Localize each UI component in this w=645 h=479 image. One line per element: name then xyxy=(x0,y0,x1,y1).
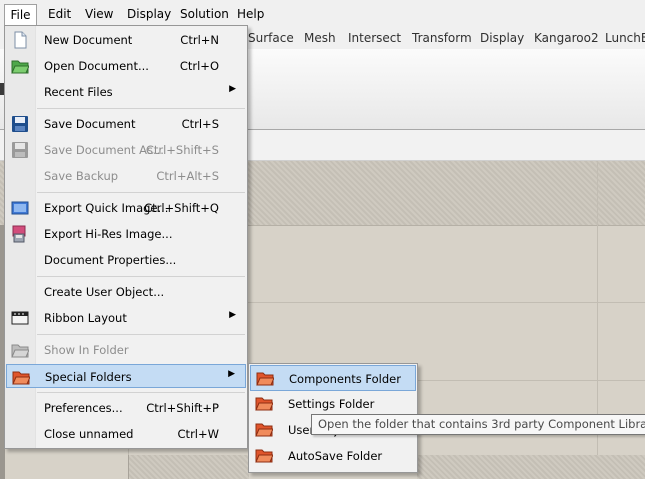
menu-item-label: Components Folder xyxy=(289,372,401,386)
menu-file[interactable]: File xyxy=(4,4,37,26)
submenu-arrow-icon: ▶ xyxy=(229,84,236,94)
open-folder-icon xyxy=(11,60,29,74)
hires-image-icon xyxy=(12,225,26,243)
menu-item-recent-files[interactable]: Recent Files ▶ xyxy=(6,80,246,104)
tab-transform[interactable]: Transform xyxy=(412,31,472,45)
menu-item-label: Settings Folder xyxy=(288,397,375,411)
menu-item-autosave-folder[interactable]: AutoSave Folder xyxy=(250,443,416,469)
menu-item-label: AutoSave Folder xyxy=(288,449,383,463)
image-icon xyxy=(11,201,29,215)
tab-display[interactable]: Display xyxy=(480,31,524,45)
menu-item-export-quick-image[interactable]: Export Quick Image... Ctrl+Shift+Q xyxy=(6,196,246,220)
menu-item-save-backup[interactable]: Save Backup Ctrl+Alt+S xyxy=(6,164,246,188)
menu-item-ribbon-layout[interactable]: Ribbon Layout ▶ xyxy=(6,306,246,330)
tab-kangaroo2[interactable]: Kangaroo2 xyxy=(534,31,599,45)
folder-icon xyxy=(255,449,273,463)
menu-item-shortcut: Ctrl+Shift+S xyxy=(145,143,219,157)
menu-item-shortcut: Ctrl+W xyxy=(177,427,219,441)
menu-item-label: Document Properties... xyxy=(44,253,177,267)
save-as-icon xyxy=(12,142,28,158)
file-menu-dropdown: New Document Ctrl+N Open Document... Ctr… xyxy=(4,25,248,449)
menu-item-close-unnamed[interactable]: Close unnamed Ctrl+W xyxy=(6,422,246,446)
menu-item-label: Export Hi-Res Image... xyxy=(44,227,173,241)
menu-item-shortcut: Ctrl+Shift+Q xyxy=(144,201,219,215)
menu-item-label: Save Backup xyxy=(44,169,119,183)
menu-item-label: Show In Folder xyxy=(44,343,129,357)
menu-item-label: Special Folders xyxy=(45,370,132,384)
canvas-group-footer xyxy=(128,455,249,479)
menu-display[interactable]: Display xyxy=(127,5,171,23)
menu-item-label: Ribbon Layout xyxy=(44,311,127,325)
menu-item-label: Save Document xyxy=(44,117,136,131)
folder-icon xyxy=(11,344,29,358)
menu-item-label: Create User Object... xyxy=(44,285,165,299)
menu-item-shortcut: Ctrl+Alt+S xyxy=(156,169,219,183)
special-folder-icon xyxy=(12,371,30,385)
menu-item-document-properties[interactable]: Document Properties... xyxy=(6,248,246,272)
menu-separator xyxy=(37,392,245,393)
tab-surface[interactable]: Surface xyxy=(248,31,294,45)
menu-item-shortcut: Ctrl+O xyxy=(179,59,219,73)
folder-icon xyxy=(256,372,274,386)
menu-item-shortcut: Ctrl+Shift+P xyxy=(146,401,219,415)
tab-mesh[interactable]: Mesh xyxy=(304,31,336,45)
menu-item-label: Close unnamed xyxy=(44,427,134,441)
menu-item-preferences[interactable]: Preferences... Ctrl+Shift+P xyxy=(6,396,246,420)
submenu-arrow-icon: ▶ xyxy=(228,369,235,379)
menu-bar: File Edit View Display Solution Help xyxy=(0,0,645,28)
folder-icon xyxy=(255,397,273,411)
menu-item-label: Open Document... xyxy=(44,59,149,73)
menu-separator xyxy=(37,334,245,335)
tooltip: Open the folder that contains 3rd party … xyxy=(311,414,645,435)
save-icon xyxy=(12,116,28,132)
menu-separator xyxy=(37,276,245,277)
tab-intersect[interactable]: Intersect xyxy=(348,31,401,45)
menu-item-components-folder[interactable]: Components Folder xyxy=(250,365,416,391)
menu-view[interactable]: View xyxy=(85,5,113,23)
menu-item-shortcut: Ctrl+S xyxy=(181,117,219,131)
folder-icon xyxy=(255,423,273,437)
menu-item-open-document[interactable]: Open Document... Ctrl+O xyxy=(6,54,246,78)
canvas-group-footer-right xyxy=(417,455,645,479)
menu-item-shortcut: Ctrl+N xyxy=(180,33,219,47)
menu-solution[interactable]: Solution xyxy=(180,5,229,23)
tab-lunchbox[interactable]: LunchBox xyxy=(605,31,645,45)
menu-edit[interactable]: Edit xyxy=(48,5,71,23)
menu-item-save-document-as[interactable]: Save Document As... Ctrl+Shift+S xyxy=(6,138,246,162)
ribbon-icon xyxy=(11,311,29,325)
menu-separator xyxy=(37,192,245,193)
menu-help[interactable]: Help xyxy=(237,5,264,23)
submenu-arrow-icon: ▶ xyxy=(229,310,236,320)
menu-item-save-document[interactable]: Save Document Ctrl+S xyxy=(6,112,246,136)
menu-separator xyxy=(37,108,245,109)
menu-item-export-hires-image[interactable]: Export Hi-Res Image... xyxy=(6,222,246,246)
menu-item-label: Recent Files xyxy=(44,85,113,99)
menu-item-new-document[interactable]: New Document Ctrl+N xyxy=(6,28,246,52)
menu-item-special-folders[interactable]: Special Folders ▶ xyxy=(6,364,246,388)
menu-item-show-in-folder[interactable]: Show In Folder xyxy=(6,338,246,362)
menu-item-label: Preferences... xyxy=(44,401,123,415)
menu-item-create-user-object[interactable]: Create User Object... xyxy=(6,280,246,304)
menu-item-label: New Document xyxy=(44,33,133,47)
new-document-icon xyxy=(14,31,27,49)
